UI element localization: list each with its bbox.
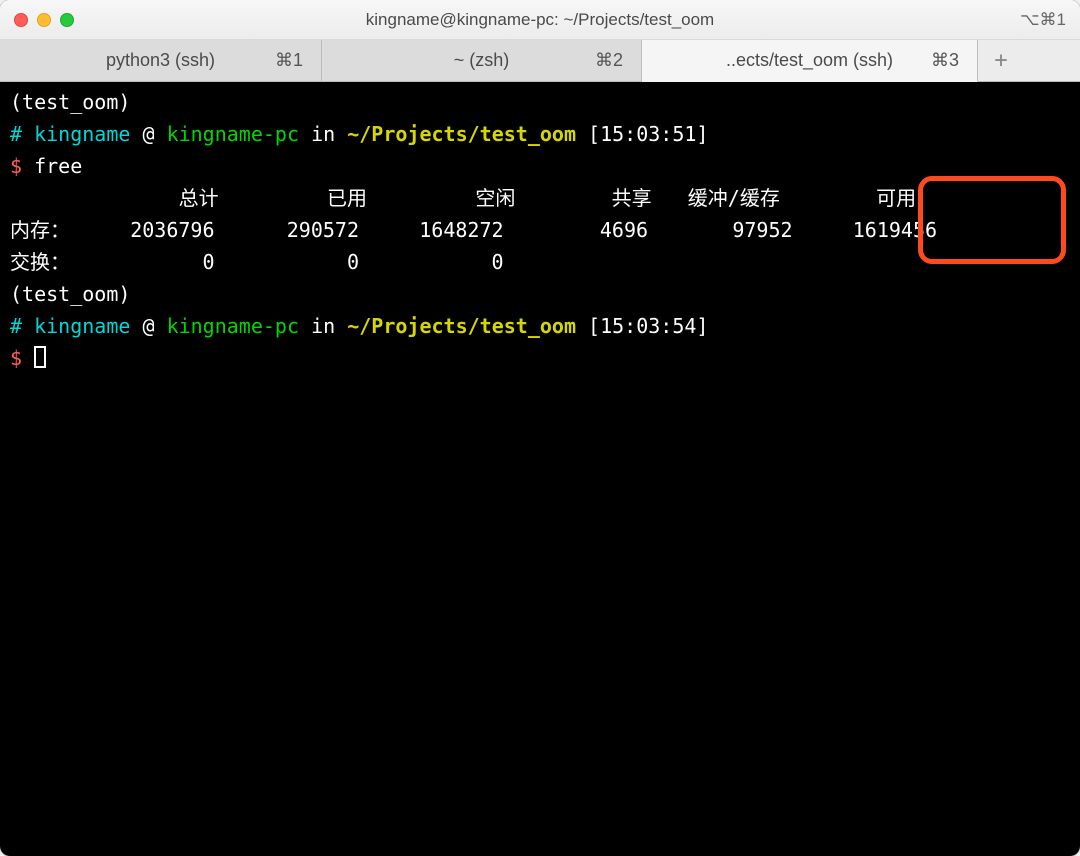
tab-zsh[interactable]: ~ (zsh) ⌘2 bbox=[322, 40, 642, 81]
prompt-time: [15:03:54] bbox=[588, 314, 708, 338]
prompt-in: in bbox=[311, 314, 335, 338]
command-text: free bbox=[34, 154, 82, 178]
prompt-user: kingname bbox=[34, 122, 130, 146]
highlight-annotation bbox=[918, 176, 1066, 264]
prompt-at: @ bbox=[142, 314, 154, 338]
tabbar: python3 (ssh) ⌘1 ~ (zsh) ⌘2 ..ects/test_… bbox=[0, 40, 1080, 82]
prompt-in: in bbox=[311, 122, 335, 146]
free-mem-row: 内存： 2036796 290572 1648272 4696 97952 16… bbox=[10, 218, 937, 242]
terminal-content[interactable]: (test_oom) # kingname @ kingname-pc in ~… bbox=[0, 82, 1080, 856]
env-name: (test_oom) bbox=[10, 90, 130, 114]
terminal-window: kingname@kingname-pc: ~/Projects/test_oo… bbox=[0, 0, 1080, 856]
titlebar: kingname@kingname-pc: ~/Projects/test_oo… bbox=[0, 0, 1080, 40]
env-name: (test_oom) bbox=[10, 282, 130, 306]
close-icon[interactable] bbox=[14, 13, 28, 27]
prompt-at: @ bbox=[142, 122, 154, 146]
prompt-path: ~/Projects/test_oom bbox=[347, 122, 576, 146]
tab-shortcut: ⌘3 bbox=[931, 50, 959, 71]
minimize-icon[interactable] bbox=[37, 13, 51, 27]
prompt-user: kingname bbox=[34, 314, 130, 338]
prompt-host: kingname-pc bbox=[167, 122, 299, 146]
tab-python3[interactable]: python3 (ssh) ⌘1 bbox=[0, 40, 322, 81]
tab-label: python3 (ssh) bbox=[106, 50, 215, 71]
tab-shortcut: ⌘1 bbox=[275, 50, 303, 71]
traffic-lights bbox=[0, 13, 74, 27]
tab-label: ..ects/test_oom (ssh) bbox=[726, 50, 893, 71]
prompt-dollar: $ bbox=[10, 154, 22, 178]
free-header-row: 总计 已用 空闲 共享 缓冲/缓存 可用 bbox=[10, 186, 916, 210]
free-swap-row: 交换： 0 0 0 bbox=[10, 250, 504, 274]
prompt-hash: # bbox=[10, 314, 22, 338]
prompt-hash: # bbox=[10, 122, 22, 146]
new-tab-button[interactable]: + bbox=[978, 40, 1024, 81]
prompt-path: ~/Projects/test_oom bbox=[347, 314, 576, 338]
tab-label: ~ (zsh) bbox=[454, 50, 510, 71]
window-title: kingname@kingname-pc: ~/Projects/test_oo… bbox=[0, 10, 1080, 30]
tab-shortcut: ⌘2 bbox=[595, 50, 623, 71]
zoom-icon[interactable] bbox=[60, 13, 74, 27]
tab-test-oom[interactable]: ..ects/test_oom (ssh) ⌘3 bbox=[642, 40, 978, 82]
prompt-dollar: $ bbox=[10, 346, 22, 370]
window-shortcut: ⌥⌘1 bbox=[1020, 10, 1066, 30]
prompt-time: [15:03:51] bbox=[588, 122, 708, 146]
plus-icon: + bbox=[994, 48, 1007, 73]
prompt-host: kingname-pc bbox=[167, 314, 299, 338]
cursor-icon bbox=[34, 346, 46, 368]
